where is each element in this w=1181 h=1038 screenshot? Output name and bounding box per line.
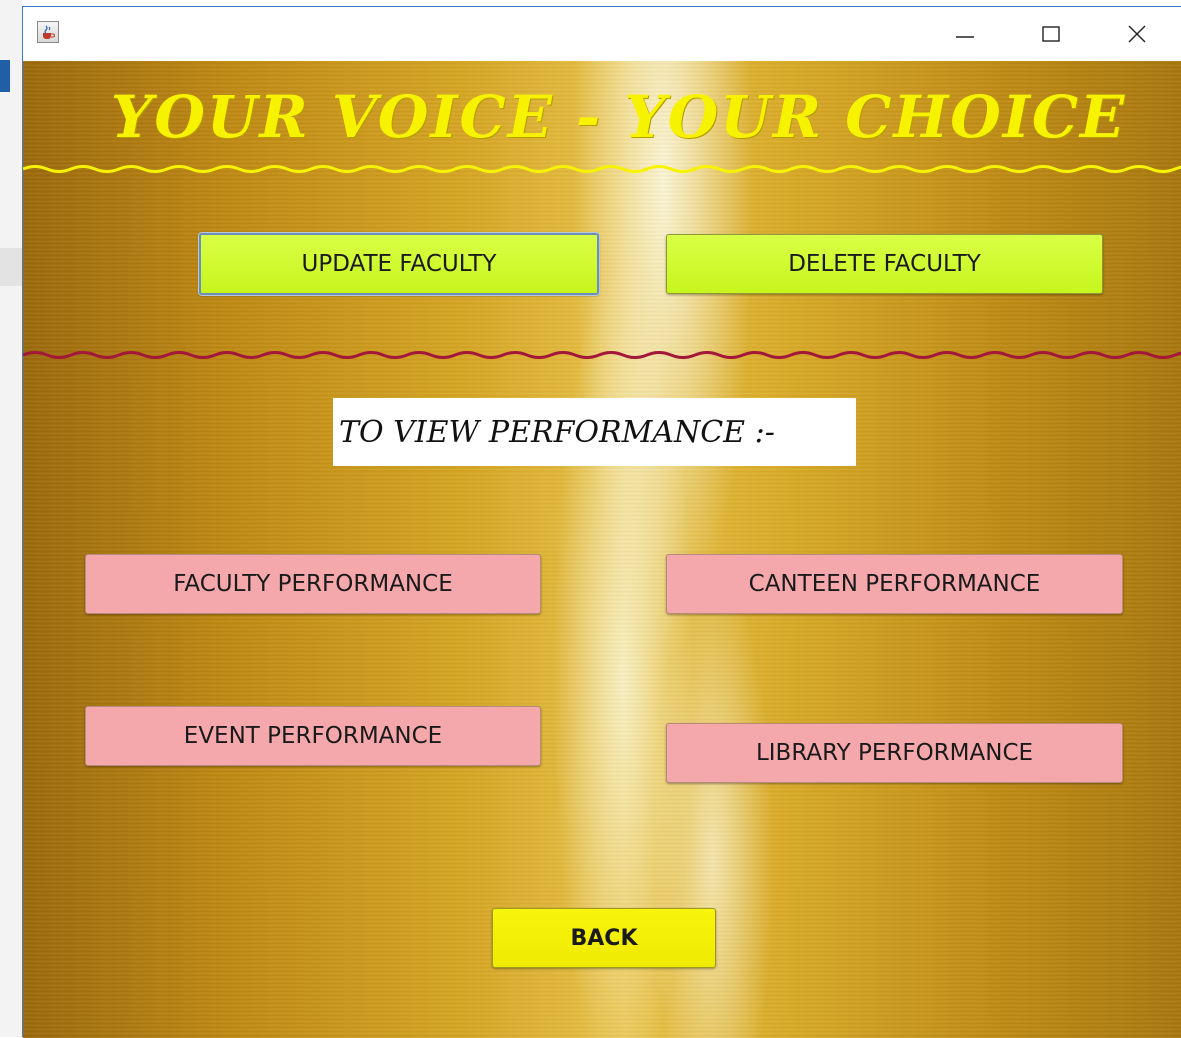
minimize-button[interactable]: [937, 7, 993, 61]
red-wave-divider: [23, 351, 1181, 359]
desktop-background-strip: [0, 0, 22, 1037]
yellow-wave-divider: [23, 165, 1181, 173]
close-button[interactable]: [1109, 7, 1165, 61]
close-icon: [1128, 25, 1146, 43]
desktop-gray-block: [0, 248, 22, 286]
faculty-performance-button[interactable]: FACULTY PERFORMANCE: [85, 554, 541, 614]
delete-faculty-button[interactable]: DELETE FACULTY: [666, 234, 1103, 294]
main-panel: YOUR VOICE - YOUR CHOICE UPDATE FACULTY …: [23, 61, 1181, 1038]
view-performance-heading: TO VIEW PERFORMANCE :-: [333, 398, 856, 466]
desktop-accent-block: [0, 60, 10, 92]
app-window: YOUR VOICE - YOUR CHOICE UPDATE FACULTY …: [22, 6, 1181, 1038]
java-cup-icon[interactable]: [37, 21, 59, 43]
maximize-icon: [1042, 26, 1060, 42]
title-bar[interactable]: [23, 7, 1181, 61]
minimize-icon: [956, 36, 974, 38]
event-performance-button[interactable]: EVENT PERFORMANCE: [85, 706, 541, 766]
canteen-performance-button[interactable]: CANTEEN PERFORMANCE: [666, 554, 1123, 614]
maximize-button[interactable]: [1023, 7, 1079, 61]
page-title: YOUR VOICE - YOUR CHOICE: [111, 83, 1127, 151]
update-faculty-button[interactable]: UPDATE FACULTY: [199, 233, 599, 295]
library-performance-button[interactable]: LIBRARY PERFORMANCE: [666, 723, 1123, 783]
back-button[interactable]: BACK: [492, 908, 716, 968]
brushed-gold-texture: [23, 61, 1181, 1038]
